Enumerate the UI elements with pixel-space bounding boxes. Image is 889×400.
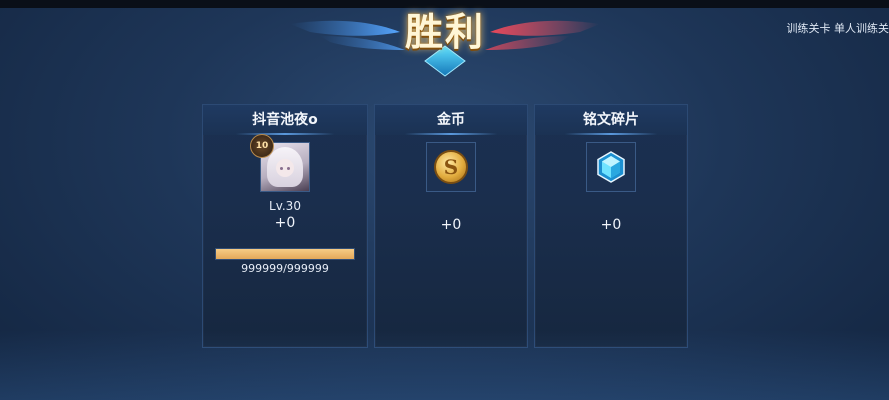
exp-progress-bar: [215, 248, 355, 260]
player-avatar-frame[interactable]: 10: [250, 134, 310, 192]
inscription-title: 铭文碎片: [535, 105, 687, 135]
player-level: Lv.30: [269, 199, 301, 213]
gold-title: 金币: [375, 105, 527, 135]
gold-icon-frame: S: [426, 142, 476, 192]
crystal-gem-icon: [597, 151, 625, 183]
rank-badge: 10: [250, 134, 274, 158]
exp-progress-fill: [216, 249, 354, 259]
inscription-card: 铭文碎片 +0: [534, 104, 688, 348]
exp-text: 999999/999999: [241, 262, 329, 275]
gold-coin-icon: S: [434, 150, 468, 184]
gold-gain: +0: [440, 217, 462, 233]
player-name: 抖音池夜o: [203, 105, 367, 135]
exp-gain: +0: [274, 215, 296, 231]
gold-card: 金币 S +0: [374, 104, 528, 348]
player-card: 抖音池夜o 10 Lv.30 +0 999999/999999: [202, 104, 368, 348]
bottom-glow-decoration: [0, 330, 889, 400]
inscription-icon-frame: [586, 142, 636, 192]
victory-banner: 胜利: [290, 6, 600, 78]
victory-title: 胜利: [404, 9, 485, 54]
mode-label: 训练关卡 单人训练关: [786, 22, 889, 35]
inscription-gain: +0: [600, 217, 622, 233]
